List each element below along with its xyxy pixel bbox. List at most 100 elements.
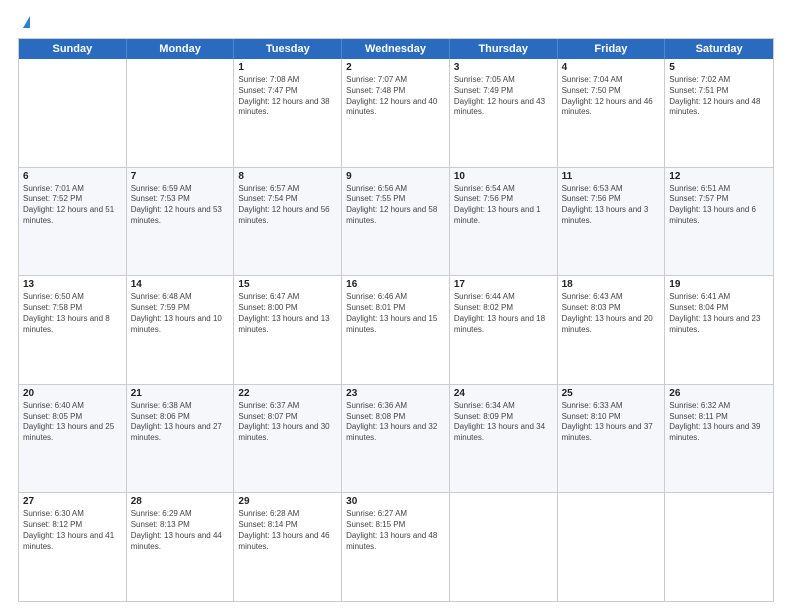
cell-daylight-info: Sunrise: 6:51 AM Sunset: 7:57 PM Dayligh… — [669, 184, 769, 227]
day-number: 23 — [346, 388, 445, 399]
day-number: 29 — [238, 496, 337, 507]
cell-daylight-info: Sunrise: 6:28 AM Sunset: 8:14 PM Dayligh… — [238, 509, 337, 552]
calendar-cell: 2 Sunrise: 7:07 AM Sunset: 7:48 PM Daylig… — [342, 59, 450, 167]
weekday-header: Wednesday — [342, 39, 450, 59]
calendar-cell: 29 Sunrise: 6:28 AM Sunset: 8:14 PM Dayli… — [234, 493, 342, 601]
calendar-cell: 28 Sunrise: 6:29 AM Sunset: 8:13 PM Dayli… — [127, 493, 235, 601]
calendar-row: 13 Sunrise: 6:50 AM Sunset: 7:58 PM Dayli… — [19, 276, 773, 385]
cell-daylight-info: Sunrise: 6:59 AM Sunset: 7:53 PM Dayligh… — [131, 184, 230, 227]
logo — [18, 16, 30, 28]
day-number: 27 — [23, 496, 122, 507]
calendar-cell: 6Sunrise: 7:01 AM Sunset: 7:52 PM Daylig… — [19, 168, 127, 276]
calendar-cell: 27 Sunrise: 6:30 AM Sunset: 8:12 PM Dayli… — [19, 493, 127, 601]
calendar-cell: 11 Sunrise: 6:53 AM Sunset: 7:56 PM Dayli… — [558, 168, 666, 276]
logo-triangle-icon — [23, 16, 30, 28]
day-number: 25 — [562, 388, 661, 399]
weekday-header: Saturday — [665, 39, 773, 59]
day-number: 12 — [669, 171, 769, 182]
calendar-cell: 7 Sunrise: 6:59 AM Sunset: 7:53 PM Daylig… — [127, 168, 235, 276]
calendar-cell: 9 Sunrise: 6:56 AM Sunset: 7:55 PM Daylig… — [342, 168, 450, 276]
day-number: 24 — [454, 388, 553, 399]
calendar-header: SundayMondayTuesdayWednesdayThursdayFrid… — [19, 39, 773, 59]
cell-daylight-info: Sunrise: 6:30 AM Sunset: 8:12 PM Dayligh… — [23, 509, 122, 552]
cell-daylight-info: Sunrise: 6:37 AM Sunset: 8:07 PM Dayligh… — [238, 401, 337, 444]
day-number: 13 — [23, 279, 122, 290]
calendar-cell: 24 Sunrise: 6:34 AM Sunset: 8:09 PM Dayli… — [450, 385, 558, 493]
day-number: 7 — [131, 171, 230, 182]
day-number: 18 — [562, 279, 661, 290]
day-number: 4 — [562, 62, 661, 73]
calendar-cell: 16 Sunrise: 6:46 AM Sunset: 8:01 PM Dayli… — [342, 276, 450, 384]
calendar-cell — [19, 59, 127, 167]
cell-daylight-info: Sunrise: 6:47 AM Sunset: 8:00 PM Dayligh… — [238, 292, 337, 335]
day-number: 20 — [23, 388, 122, 399]
calendar-cell: 25 Sunrise: 6:33 AM Sunset: 8:10 PM Dayli… — [558, 385, 666, 493]
calendar-cell: 12 Sunrise: 6:51 AM Sunset: 7:57 PM Dayli… — [665, 168, 773, 276]
cell-daylight-info: Sunrise: 6:38 AM Sunset: 8:06 PM Dayligh… — [131, 401, 230, 444]
cell-daylight-info: Sunrise: 6:40 AM Sunset: 8:05 PM Dayligh… — [23, 401, 122, 444]
calendar-cell — [450, 493, 558, 601]
cell-daylight-info: Sunrise: 6:41 AM Sunset: 8:04 PM Dayligh… — [669, 292, 769, 335]
calendar-cell — [127, 59, 235, 167]
day-number: 16 — [346, 279, 445, 290]
cell-daylight-info: Sunrise: 7:07 AM Sunset: 7:48 PM Dayligh… — [346, 75, 445, 118]
cell-daylight-info: Sunrise: 6:54 AM Sunset: 7:56 PM Dayligh… — [454, 184, 553, 227]
calendar-cell: 1 Sunrise: 7:08 AM Sunset: 7:47 PM Daylig… — [234, 59, 342, 167]
weekday-header: Friday — [558, 39, 666, 59]
cell-daylight-info: Sunrise: 6:34 AM Sunset: 8:09 PM Dayligh… — [454, 401, 553, 444]
day-number: 15 — [238, 279, 337, 290]
calendar-cell: 21 Sunrise: 6:38 AM Sunset: 8:06 PM Dayli… — [127, 385, 235, 493]
cell-daylight-info: Sunrise: 6:43 AM Sunset: 8:03 PM Dayligh… — [562, 292, 661, 335]
weekday-header: Tuesday — [234, 39, 342, 59]
day-number: 21 — [131, 388, 230, 399]
calendar-cell: 14 Sunrise: 6:48 AM Sunset: 7:59 PM Dayli… — [127, 276, 235, 384]
cell-daylight-info: Sunrise: 6:53 AM Sunset: 7:56 PM Dayligh… — [562, 184, 661, 227]
weekday-header: Sunday — [19, 39, 127, 59]
cell-daylight-info: Sunrise: 7:02 AM Sunset: 7:51 PM Dayligh… — [669, 75, 769, 118]
calendar-cell: 15 Sunrise: 6:47 AM Sunset: 8:00 PM Dayli… — [234, 276, 342, 384]
calendar-cell: 8Sunrise: 6:57 AM Sunset: 7:54 PM Daylig… — [234, 168, 342, 276]
cell-daylight-info: Sunrise: 7:05 AM Sunset: 7:49 PM Dayligh… — [454, 75, 553, 118]
cell-daylight-info: Sunrise: 6:46 AM Sunset: 8:01 PM Dayligh… — [346, 292, 445, 335]
calendar-cell: 18 Sunrise: 6:43 AM Sunset: 8:03 PM Dayli… — [558, 276, 666, 384]
calendar-cell: 10 Sunrise: 6:54 AM Sunset: 7:56 PM Dayli… — [450, 168, 558, 276]
weekday-header: Monday — [127, 39, 235, 59]
day-number: 5 — [669, 62, 769, 73]
day-number: 2 — [346, 62, 445, 73]
calendar-cell: 20 Sunrise: 6:40 AM Sunset: 8:05 PM Dayli… — [19, 385, 127, 493]
cell-daylight-info: Sunrise: 6:36 AM Sunset: 8:08 PM Dayligh… — [346, 401, 445, 444]
calendar-cell: 3 Sunrise: 7:05 AM Sunset: 7:49 PM Daylig… — [450, 59, 558, 167]
calendar-cell — [665, 493, 773, 601]
calendar-row: 1 Sunrise: 7:08 AM Sunset: 7:47 PM Daylig… — [19, 59, 773, 168]
cell-daylight-info: Sunrise: 6:56 AM Sunset: 7:55 PM Dayligh… — [346, 184, 445, 227]
cell-daylight-info: Sunrise: 6:29 AM Sunset: 8:13 PM Dayligh… — [131, 509, 230, 552]
calendar-body: 1 Sunrise: 7:08 AM Sunset: 7:47 PM Daylig… — [19, 59, 773, 601]
day-number: 3 — [454, 62, 553, 73]
day-number: 14 — [131, 279, 230, 290]
calendar-cell: 26 Sunrise: 6:32 AM Sunset: 8:11 PM Dayli… — [665, 385, 773, 493]
calendar-row: 20 Sunrise: 6:40 AM Sunset: 8:05 PM Dayli… — [19, 385, 773, 494]
day-number: 11 — [562, 171, 661, 182]
day-number: 1 — [238, 62, 337, 73]
cell-daylight-info: Sunrise: 6:44 AM Sunset: 8:02 PM Dayligh… — [454, 292, 553, 335]
day-number: 9 — [346, 171, 445, 182]
cell-daylight-info: Sunrise: 7:01 AM Sunset: 7:52 PM Dayligh… — [23, 184, 122, 227]
day-number: 28 — [131, 496, 230, 507]
calendar: SundayMondayTuesdayWednesdayThursdayFrid… — [18, 38, 774, 602]
cell-daylight-info: Sunrise: 6:32 AM Sunset: 8:11 PM Dayligh… — [669, 401, 769, 444]
cell-daylight-info: Sunrise: 6:48 AM Sunset: 7:59 PM Dayligh… — [131, 292, 230, 335]
page: SundayMondayTuesdayWednesdayThursdayFrid… — [0, 0, 792, 612]
cell-daylight-info: Sunrise: 7:08 AM Sunset: 7:47 PM Dayligh… — [238, 75, 337, 118]
day-number: 22 — [238, 388, 337, 399]
day-number: 8 — [238, 171, 337, 182]
day-number: 30 — [346, 496, 445, 507]
day-number: 10 — [454, 171, 553, 182]
day-number: 26 — [669, 388, 769, 399]
day-number: 17 — [454, 279, 553, 290]
calendar-cell: 22 Sunrise: 6:37 AM Sunset: 8:07 PM Dayli… — [234, 385, 342, 493]
calendar-cell: 19Sunrise: 6:41 AM Sunset: 8:04 PM Dayli… — [665, 276, 773, 384]
calendar-cell: 4Sunrise: 7:04 AM Sunset: 7:50 PM Daylig… — [558, 59, 666, 167]
cell-daylight-info: Sunrise: 6:33 AM Sunset: 8:10 PM Dayligh… — [562, 401, 661, 444]
calendar-row: 6Sunrise: 7:01 AM Sunset: 7:52 PM Daylig… — [19, 168, 773, 277]
cell-daylight-info: Sunrise: 6:50 AM Sunset: 7:58 PM Dayligh… — [23, 292, 122, 335]
